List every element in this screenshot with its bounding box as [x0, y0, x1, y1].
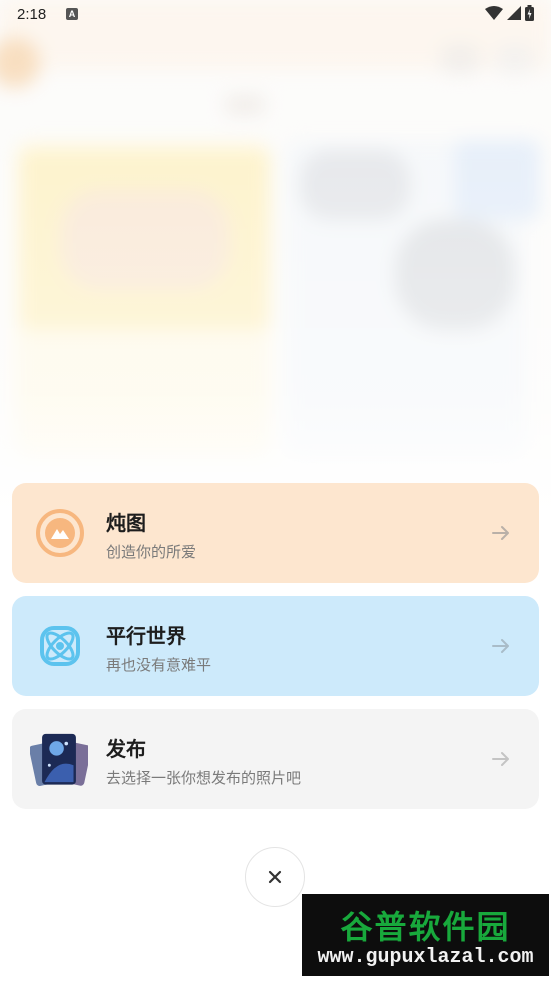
option-parallel-world[interactable]: 平行世界 再也没有意难平: [12, 596, 539, 696]
watermark-url: www.gupuxlazal.com: [317, 946, 534, 969]
status-time: 2:18: [17, 6, 47, 23]
photo-stack-icon: [30, 733, 88, 786]
arrow-right-icon: [492, 639, 509, 653]
arrow-right-icon: [492, 752, 509, 766]
option-publish[interactable]: 发布 去选择一张你想发布的照片吧: [12, 709, 539, 809]
option-subtitle: 去选择一张你想发布的照片吧: [106, 769, 302, 787]
watermark-title: 谷普软件园: [340, 908, 511, 946]
battery-icon: [525, 5, 534, 21]
watermark: 谷普软件园 www.gupuxlazal.com: [302, 894, 549, 976]
close-icon: [268, 870, 282, 884]
atom-icon: [40, 626, 80, 666]
status-icons: [485, 5, 534, 21]
arrow-right-icon: [492, 526, 509, 540]
notification-icon: A: [66, 8, 78, 20]
option-title: 炖图: [106, 511, 146, 535]
option-dunt[interactable]: 炖图 创造你的所爱: [12, 483, 539, 583]
status-bar: 2:18 A: [0, 0, 551, 30]
mountain-circle-icon: [36, 509, 84, 557]
option-title: 发布: [106, 737, 146, 761]
signal-icon: [507, 6, 521, 20]
option-title: 平行世界: [106, 624, 186, 648]
wifi-icon: [485, 6, 503, 20]
option-subtitle: 创造你的所爱: [106, 543, 197, 561]
close-button[interactable]: [245, 847, 305, 907]
option-subtitle: 再也没有意难平: [106, 656, 212, 674]
